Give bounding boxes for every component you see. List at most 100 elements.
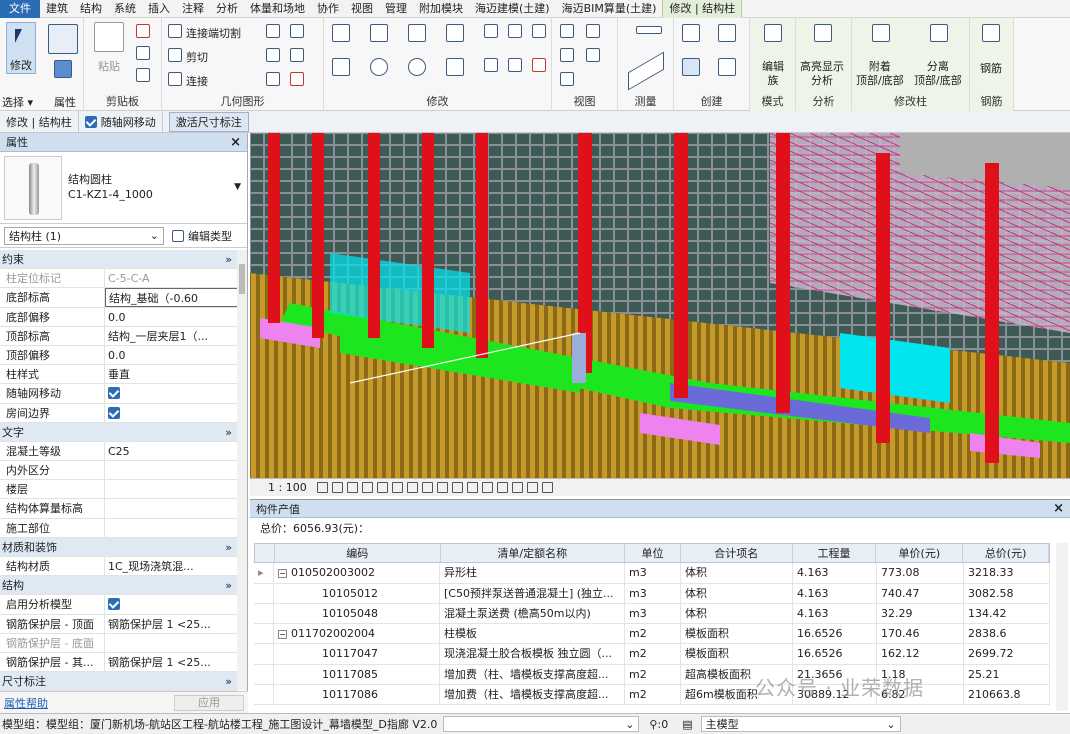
override-icon[interactable] — [560, 72, 574, 86]
property-value[interactable] — [105, 519, 238, 537]
view-control-icon[interactable] — [376, 482, 388, 493]
property-value[interactable]: 钢筋保护层 1 <25... — [105, 615, 238, 633]
close-icon[interactable]: × — [1053, 501, 1064, 516]
property-row[interactable]: 混凝土等级 C25 — [0, 441, 238, 462]
create-parts-icon[interactable] — [682, 58, 700, 76]
menu-tab[interactable]: 注释 — [176, 0, 210, 18]
menu-tab[interactable]: 插入 — [142, 0, 176, 18]
paste-icon[interactable] — [94, 22, 124, 52]
rebar-icon[interactable] — [982, 24, 1000, 42]
geom-tool-6-icon[interactable] — [290, 72, 304, 86]
detach-button[interactable]: 分离 顶部/底部 — [914, 60, 962, 88]
property-section[interactable]: 文字 » — [0, 422, 238, 442]
collapse-icon[interactable]: − — [278, 629, 287, 639]
menu-tab[interactable]: 分析 — [210, 0, 244, 18]
apply-button[interactable]: 应用 — [174, 694, 244, 711]
create-assembly-icon[interactable] — [718, 24, 736, 42]
property-section[interactable]: 约束 » — [0, 250, 238, 270]
paint-icon[interactable] — [560, 48, 574, 62]
menu-tab[interactable]: 管理 — [379, 0, 413, 18]
modify-button[interactable]: 修改 — [6, 22, 36, 74]
trim-icon[interactable] — [446, 58, 464, 76]
property-row[interactable]: 钢筋保护层 - 底面 — [0, 633, 238, 653]
table-row[interactable]: ▸ −010502003002 异形柱 m3 体积 4.163 773.08 3218.33 — [254, 563, 1050, 584]
properties-help-link[interactable]: 属性帮助 — [4, 695, 48, 711]
property-value[interactable]: 1C_现场浇筑混... — [105, 557, 238, 575]
filter-icon[interactable]: ⚲ — [649, 718, 657, 731]
workset-select[interactable]: ⌄ — [443, 716, 640, 732]
property-value[interactable]: C-5-C-A — [105, 269, 238, 287]
scroll-thumb[interactable] — [239, 264, 245, 294]
offset-icon[interactable] — [370, 24, 388, 42]
move-icon[interactable] — [332, 58, 350, 76]
view-control-icon[interactable] — [496, 482, 508, 493]
match-type-icon[interactable] — [136, 68, 150, 82]
view-control-icon[interactable] — [511, 482, 523, 493]
menu-tab[interactable]: 文件 — [0, 0, 40, 18]
property-value[interactable] — [105, 384, 238, 402]
view-control-icon[interactable] — [346, 482, 358, 493]
create-similar-icon[interactable] — [718, 58, 736, 76]
property-value[interactable] — [105, 499, 238, 517]
property-row[interactable]: 施工部位 — [0, 518, 238, 538]
geom-tool-5-icon[interactable] — [266, 72, 280, 86]
join-icon[interactable] — [168, 72, 182, 86]
checkbox-icon[interactable] — [84, 115, 97, 128]
property-row[interactable]: 底部标高 结构_基础（-0.60 — [0, 288, 238, 308]
cut-icon[interactable] — [136, 24, 150, 38]
category-select[interactable]: 结构柱 (1) ⌄ — [4, 226, 164, 245]
property-row[interactable]: 随轴网移动 — [0, 384, 238, 404]
geom-tool-1-icon[interactable] — [266, 24, 280, 38]
view-scale[interactable]: 1 : 100 — [250, 481, 315, 494]
properties-icon[interactable] — [48, 24, 78, 54]
bulb-icon[interactable] — [560, 24, 574, 38]
property-row[interactable]: 房间边界 — [0, 403, 238, 423]
property-row[interactable]: 钢筋保护层 - 顶面 钢筋保护层 1 <25... — [0, 614, 238, 634]
table-row[interactable]: 10105048 混凝土泵送费 (檐高50m以内) m3 体积 4.163 32.29 13… — [254, 603, 1050, 625]
detach-icon[interactable] — [930, 24, 948, 42]
checkbox-icon[interactable] — [108, 406, 120, 419]
menu-tab[interactable]: 修改 | 结构柱 — [662, 0, 743, 18]
view-control-icon[interactable] — [466, 482, 478, 493]
column-header[interactable]: 单价(元) — [876, 544, 964, 563]
checkbox-icon[interactable] — [108, 387, 120, 400]
collapse-icon[interactable]: − — [278, 568, 287, 578]
table-row[interactable]: 10105012 [C50预拌泵送普通混凝土] (独立... m3 体积 4.163 74… — [254, 583, 1050, 604]
menu-tab[interactable]: 海迈BIM算量(土建) — [556, 0, 663, 18]
activate-dimensions-button[interactable]: 激活尺寸标注 — [168, 111, 249, 132]
edit-type-button[interactable]: 编辑类型 — [172, 228, 232, 244]
view-tool-icon[interactable] — [586, 24, 600, 38]
rebar-button[interactable]: 钢筋 — [980, 60, 1002, 76]
column-header[interactable]: 单位 — [625, 544, 681, 563]
copy-element-icon[interactable] — [370, 58, 388, 76]
property-value[interactable]: C25 — [105, 442, 238, 460]
mirror-draw-icon[interactable] — [446, 24, 464, 42]
table-row[interactable]: −011702002004 柱模板 m2 模板面积 16.6526 170.46 2838.… — [254, 624, 1050, 645]
view-control-icon[interactable] — [436, 482, 448, 493]
property-row[interactable]: 内外区分 — [0, 461, 238, 481]
menu-tab[interactable]: 系统 — [108, 0, 142, 18]
view-control-icon[interactable] — [421, 482, 433, 493]
close-icon[interactable]: × — [230, 135, 241, 150]
property-row[interactable]: 启用分析模型 — [0, 595, 238, 615]
column-header[interactable]: 工程量 — [793, 544, 877, 563]
highlight-analysis-icon[interactable] — [814, 24, 832, 42]
menu-tab[interactable]: 海迈建模(土建) — [469, 0, 556, 18]
properties-scrollbar[interactable] — [237, 250, 247, 690]
column-header[interactable]: 清单/定额名称 — [441, 544, 626, 563]
property-row[interactable]: 底部偏移 0.0 — [0, 307, 238, 327]
linework-icon[interactable] — [586, 48, 600, 62]
property-row[interactable]: 柱定位标记 C-5-C-A — [0, 269, 238, 289]
column-header[interactable] — [255, 544, 275, 563]
menu-tab[interactable]: 协作 — [311, 0, 345, 18]
menu-tab[interactable]: 体量和场地 — [244, 0, 311, 18]
view-control-icon[interactable] — [331, 482, 343, 493]
split-icon[interactable] — [484, 24, 498, 38]
mirror-axis-icon[interactable] — [408, 24, 426, 42]
property-value[interactable] — [105, 634, 238, 652]
type-selector[interactable]: 结构圆柱 C1-KZ1-4_1000 ▼ — [0, 152, 247, 224]
view-control-icon[interactable] — [526, 482, 538, 493]
checkbox-icon[interactable] — [108, 598, 120, 611]
view-control-icon[interactable] — [541, 482, 553, 493]
attach-button[interactable]: 附着 顶部/底部 — [856, 60, 904, 88]
